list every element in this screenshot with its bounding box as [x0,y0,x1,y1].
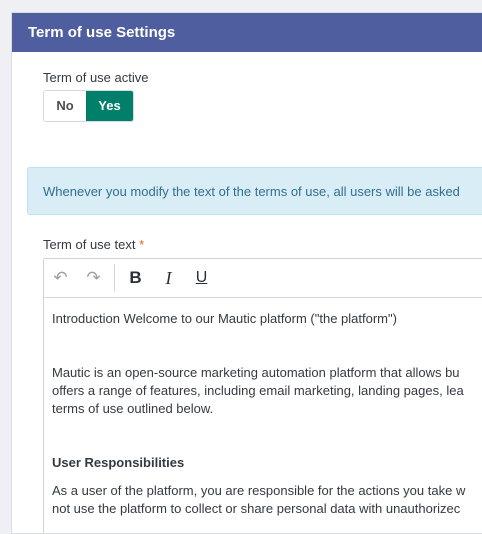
info-notice: Whenever you modify the text of the term… [27,167,482,215]
body-paragraph: Mautic is an open-source marketing autom… [52,364,482,418]
required-marker: * [139,237,145,252]
body-line: Mautic is an open-source marketing autom… [52,365,460,380]
term-of-use-active-label: Term of use active [43,70,149,85]
term-of-use-active-toggle[interactable]: No Yes [43,90,134,122]
toggle-yes-option[interactable]: Yes [86,91,133,121]
redo-icon[interactable]: ↷ [77,259,110,297]
bold-button[interactable]: B [119,259,152,297]
body-line: terms of use outlined below. [52,401,214,416]
editor-toolbar: ↶ ↷ B I U [44,259,482,298]
resp-line: As a user of the platform, you are respo… [52,483,466,498]
italic-button[interactable]: I [152,259,185,297]
resp-line: not use the platform to collect or share… [52,501,461,516]
panel-title: Term of use Settings [12,13,482,52]
body-line: offers a range of features, including em… [52,383,464,398]
term-of-use-settings-panel: Term of use Settings Term of use active … [11,12,482,534]
term-of-use-text-label-text: Term of use text [43,237,136,252]
user-responsibilities-heading: User Responsibilities [52,455,185,470]
toolbar-divider [114,264,115,292]
intro-paragraph: Introduction Welcome to our Mautic platf… [52,311,397,326]
underline-button[interactable]: U [185,259,218,297]
editor-content[interactable]: Introduction Welcome to our Mautic platf… [44,298,482,518]
toggle-no-option[interactable]: No [44,91,86,121]
undo-icon[interactable]: ↶ [44,259,77,297]
term-of-use-text-label: Term of use text * [43,237,144,252]
term-of-use-editor[interactable]: ↶ ↷ B I U Introduction Welcome to our Ma… [43,258,482,533]
responsibilities-paragraph: As a user of the platform, you are respo… [52,482,482,518]
